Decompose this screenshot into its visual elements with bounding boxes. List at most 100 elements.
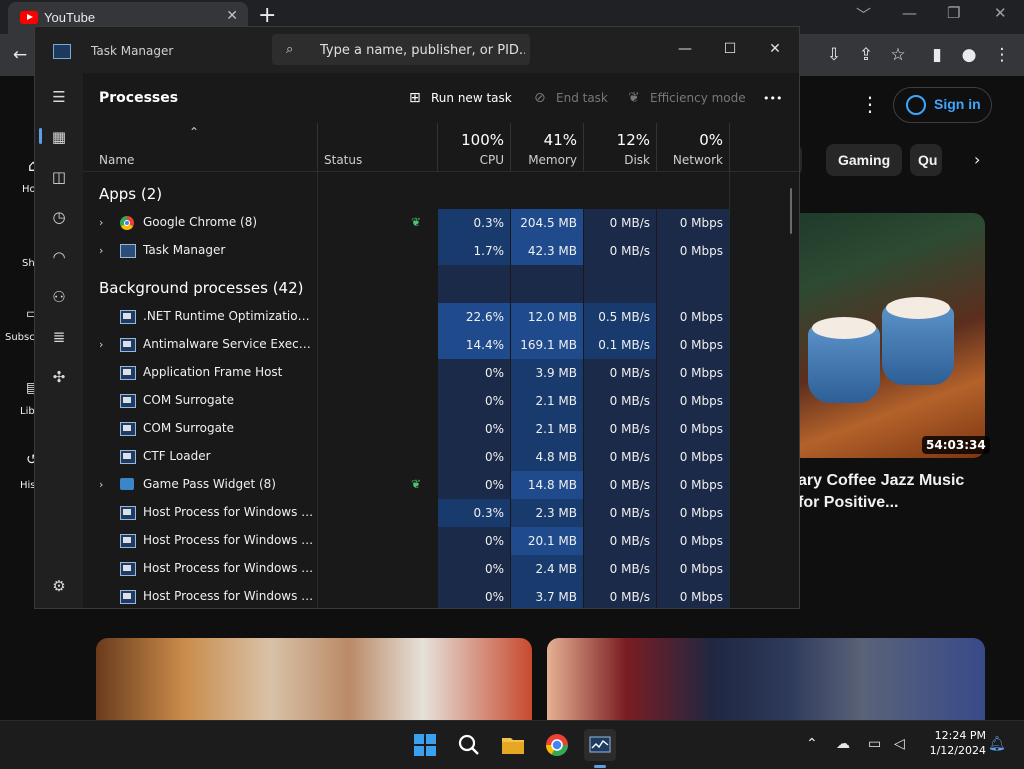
tm-maximize-button[interactable]: ☐ (715, 35, 745, 63)
run-new-task-button[interactable]: ⊞ Run new task (409, 90, 512, 106)
expand-chevron-icon[interactable]: › (99, 338, 103, 351)
process-mem-cell: 14.8 MB (511, 471, 583, 499)
display-icon[interactable]: ▭ (868, 736, 881, 752)
sign-in-button[interactable]: Sign in (893, 87, 992, 123)
services-icon[interactable]: ✣ (49, 367, 69, 387)
tab-close-icon[interactable]: ✕ (226, 8, 238, 24)
video-thumbnail-news[interactable] (547, 638, 985, 720)
system-clock[interactable]: 12:24 PM 1/12/2024 (916, 728, 986, 758)
column-divider-3 (510, 123, 511, 171)
new-tab-button[interactable]: + (258, 3, 276, 28)
tab-search-icon[interactable]: ﹀ (856, 4, 871, 25)
process-disk-cell: 0 MB/s (584, 555, 656, 583)
process-mem-cell: 4.8 MB (511, 443, 583, 471)
process-cpu-cell: 0% (438, 471, 510, 499)
browser-close-button[interactable]: ✕ (994, 4, 1007, 22)
chrome-taskbar-icon[interactable] (541, 729, 573, 761)
chip-partial-right[interactable]: Qu (910, 144, 942, 176)
process-row[interactable]: › Antimalware Service Executable 14.4%169.… (83, 331, 799, 359)
memory-total[interactable]: 41% (512, 131, 577, 149)
youtube-settings-more-icon[interactable]: ⋮ (860, 92, 880, 116)
expand-chevron-icon[interactable]: › (99, 244, 103, 257)
file-explorer-icon[interactable] (497, 729, 529, 761)
speaker-muted-icon[interactable]: ◁ (894, 736, 905, 752)
process-net-cell: 0 Mbps (657, 387, 729, 415)
install-app-icon[interactable]: ⇩ (822, 43, 846, 67)
column-divider-2 (437, 123, 438, 171)
search-taskbar-icon[interactable] (453, 729, 485, 761)
window-process-icon (120, 590, 136, 604)
column-disk[interactable]: Disk (585, 153, 650, 167)
task-manager-taskbar-icon[interactable] (584, 729, 616, 768)
process-row[interactable]: Host Process for Windows Tasks 0% 2.4 MB 0 … (83, 555, 799, 583)
users-icon[interactable]: ⚇ (49, 287, 69, 307)
task-manager-titlebar[interactable]: Task Manager ⌕ — ☐ ✕ (35, 27, 799, 73)
show-hidden-icons-chevron-icon[interactable]: ⌃ (806, 736, 818, 752)
tm-close-button[interactable]: ✕ (760, 35, 790, 63)
column-name[interactable]: Name (99, 153, 134, 167)
sidebar-library-label[interactable]: Lib (20, 406, 35, 417)
process-search-input[interactable] (318, 40, 527, 60)
back-arrow-icon[interactable]: ← (8, 43, 32, 67)
app-history-icon[interactable]: ◷ (49, 207, 69, 227)
bookmark-star-icon[interactable]: ☆ (886, 43, 910, 67)
startup-apps-icon[interactable]: ◠ (49, 247, 69, 267)
column-status[interactable]: Status (324, 153, 362, 167)
chip-gaming[interactable]: Gaming (826, 144, 903, 176)
chips-next-arrow-icon[interactable]: › (974, 150, 980, 169)
disk-total[interactable]: 12% (585, 131, 650, 149)
start-windows-icon[interactable] (409, 729, 441, 761)
expand-chevron-icon[interactable]: › (99, 216, 103, 229)
browser-restore-button[interactable]: ❐ (947, 4, 960, 22)
clock-time: 12:24 PM (934, 729, 986, 742)
process-cpu-cell: 0.3% (438, 499, 510, 527)
sidebar-subscriptions-label[interactable]: Subsc (5, 332, 35, 343)
performance-icon[interactable]: ◫ (49, 167, 69, 187)
column-network[interactable]: Network (658, 153, 723, 167)
more-options-button[interactable]: ••• (763, 92, 782, 105)
expand-chevron-icon[interactable]: › (99, 478, 103, 491)
process-row[interactable]: Host Process for Windows Tasks 0% 20.1 MB 0… (83, 527, 799, 555)
process-search-box[interactable]: ⌕ (272, 34, 530, 65)
process-list-scrollbar[interactable] (790, 188, 792, 234)
hamburger-menu-icon[interactable]: ☰ (49, 87, 69, 107)
settings-gear-icon[interactable]: ⚙ (49, 576, 69, 596)
process-row[interactable]: › Google Chrome (8) ❦ 0.3% 204.5 MB 0 MB/s 0 M… (83, 209, 799, 237)
end-task-button[interactable]: ⊘ End task (534, 90, 608, 106)
sort-ascending-icon[interactable]: ⌃ (189, 125, 199, 139)
tm-minimize-button[interactable]: — (670, 35, 700, 63)
process-row[interactable]: Host Process for Windows Tasks 0% 3.7 MB 0 … (83, 583, 799, 608)
video-thumbnail-food[interactable] (96, 638, 532, 720)
cloud-offline-icon[interactable]: ☁ (836, 736, 850, 752)
side-panel-icon[interactable]: ▮ (925, 43, 949, 67)
group-apps-heading[interactable]: Apps (2) (99, 185, 162, 203)
process-row[interactable]: COM Surrogate 0% 2.1 MB 0 MB/s 0 Mbps (83, 387, 799, 415)
process-row[interactable]: Host Process for Windows Tasks 0.3% 2.3 MB… (83, 499, 799, 527)
process-row[interactable]: COM Surrogate 0% 2.1 MB 0 MB/s 0 Mbps (83, 415, 799, 443)
column-memory[interactable]: Memory (512, 153, 577, 167)
video-title[interactable]: ary Coffee Jazz Music for Positive... (798, 470, 988, 514)
sidebar-shorts-label[interactable]: Sh (22, 258, 35, 269)
column-cpu[interactable]: CPU (439, 153, 504, 167)
details-icon[interactable]: ≣ (49, 327, 69, 347)
profile-icon[interactable]: ● (957, 43, 981, 67)
efficiency-mode-button[interactable]: ❦ Efficiency mode (628, 90, 746, 106)
browser-minimize-button[interactable]: — (902, 4, 917, 22)
process-row[interactable]: .NET Runtime Optimization Se... 22.6% 12.0… (83, 303, 799, 331)
process-row[interactable]: CTF Loader 0% 4.8 MB 0 MB/s 0 Mbps (83, 443, 799, 471)
process-row[interactable]: › Game Pass Widget (8) ❦ 0% 14.8 MB 0 MB/s 0 M… (83, 471, 799, 499)
process-row[interactable]: › Task Manager 1.7% 42.3 MB 0 MB/s 0 Mbps (83, 237, 799, 265)
processes-icon[interactable]: ▦ (49, 127, 69, 147)
video-thumbnail-coffee-jazz[interactable] (790, 213, 985, 458)
notification-bell-icon[interactable]: 🔔︎ (988, 736, 1006, 752)
process-disk-cell: 0 MB/s (584, 209, 656, 237)
process-disk-cell: 0 MB/s (584, 527, 656, 555)
group-background-heading[interactable]: Background processes (42) (99, 279, 304, 297)
browser-menu-icon[interactable]: ⋮ (990, 43, 1014, 67)
process-name: Host Process for Windows Tasks (143, 561, 317, 575)
cpu-total[interactable]: 100% (439, 131, 504, 149)
network-total[interactable]: 0% (658, 131, 723, 149)
process-row[interactable]: Application Frame Host 0% 3.9 MB 0 MB/s 0 Mb… (83, 359, 799, 387)
window-process-icon (120, 506, 136, 520)
share-icon[interactable]: ⇪ (854, 43, 878, 67)
